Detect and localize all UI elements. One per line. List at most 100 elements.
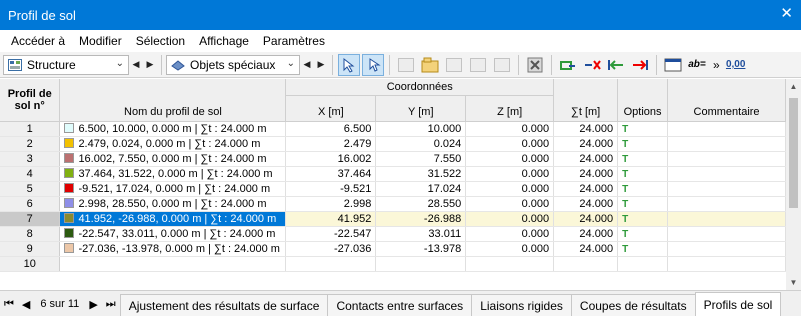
select-target-icon[interactable] <box>362 53 384 76</box>
decimal-format-icon[interactable]: 0,00 <box>725 54 747 76</box>
tab-ajustement[interactable]: Ajustement des résultats de surface <box>119 294 329 316</box>
special-objects-combo[interactable]: Objets spéciaux ⌄ <box>166 54 300 75</box>
comment-cell[interactable] <box>667 256 786 272</box>
sum-t-cell[interactable]: 24.000 <box>553 121 619 137</box>
last-sheet-icon[interactable]: ⏭ <box>102 292 120 316</box>
header-options[interactable]: Options <box>617 79 669 122</box>
y-cell[interactable]: 28.550 <box>375 196 467 212</box>
header-comment[interactable]: Commentaire <box>667 79 786 122</box>
arrow-left-green-icon[interactable] <box>605 54 627 76</box>
comment-cell[interactable] <box>667 151 786 167</box>
folder-table-icon[interactable] <box>419 54 441 76</box>
options-cell[interactable]: T <box>617 211 669 227</box>
z-cell[interactable]: 0.000 <box>465 211 555 227</box>
z-cell[interactable]: 0.000 <box>465 166 555 182</box>
profile-name-cell[interactable]: 2.998, 28.550, 0.000 m | ∑t : 24.000 m <box>59 196 287 212</box>
menu-affichage[interactable]: Affichage <box>192 34 256 48</box>
unlink-red-icon[interactable] <box>581 54 603 76</box>
options-cell[interactable]: T <box>617 166 669 182</box>
scroll-down-icon[interactable]: ▼ <box>786 275 801 290</box>
structure-combo[interactable]: Structure ⌄ <box>3 54 129 75</box>
y-cell[interactable]: -13.978 <box>375 241 467 257</box>
y-cell[interactable] <box>375 256 467 272</box>
table-view-icon[interactable] <box>395 54 417 76</box>
first-sheet-icon[interactable]: ⏮ <box>0 292 18 316</box>
next-sheet-icon[interactable]: ▶ <box>85 292 101 316</box>
profile-name-cell[interactable]: 6.500, 10.000, 0.000 m | ∑t : 24.000 m <box>59 121 287 137</box>
profile-name-cell[interactable]: 2.479, 0.024, 0.000 m | ∑t : 24.000 m <box>59 136 287 152</box>
sum-t-cell[interactable]: 24.000 <box>553 211 619 227</box>
profile-name-cell[interactable]: -22.547, 33.011, 0.000 m | ∑t : 24.000 m <box>59 226 287 242</box>
sum-t-cell[interactable]: 24.000 <box>553 241 619 257</box>
asterisk-icon[interactable] <box>467 54 489 76</box>
table-row[interactable]: 8 -22.547, 33.011, 0.000 m | ∑t : 24.000 … <box>0 226 786 242</box>
z-cell[interactable]: 0.000 <box>465 136 555 152</box>
table-row[interactable]: 5 -9.521, 17.024, 0.000 m | ∑t : 24.000 m… <box>0 181 786 197</box>
table-row[interactable]: 2 2.479, 0.024, 0.000 m | ∑t : 24.000 m 2.… <box>0 136 786 152</box>
y-cell[interactable]: 7.550 <box>375 151 467 167</box>
comment-cell[interactable] <box>667 121 786 137</box>
table-row[interactable]: 3 16.002, 7.550, 0.000 m | ∑t : 24.000 m 1… <box>0 151 786 167</box>
menu-modifier[interactable]: Modifier <box>72 34 129 48</box>
z-cell[interactable]: 0.000 <box>465 181 555 197</box>
next-icon[interactable]: ▶ <box>143 55 157 75</box>
z-cell[interactable]: 0.000 <box>465 196 555 212</box>
comment-cell[interactable] <box>667 166 786 182</box>
sum-t-cell[interactable]: 24.000 <box>553 181 619 197</box>
header-z[interactable]: Z [m] <box>465 95 555 122</box>
tab-coupes[interactable]: Coupes de résultats <box>570 294 696 316</box>
table-row[interactable]: 1 6.500, 10.000, 0.000 m | ∑t : 24.000 m 6… <box>0 121 786 137</box>
sum-t-cell[interactable]: 24.000 <box>553 166 619 182</box>
options-cell[interactable]: T <box>617 181 669 197</box>
x-cell[interactable]: -9.521 <box>285 181 377 197</box>
x-cell[interactable]: -27.036 <box>285 241 377 257</box>
delete-x-icon[interactable] <box>524 54 546 76</box>
options-cell[interactable]: T <box>617 136 669 152</box>
options-cell[interactable]: T <box>617 196 669 212</box>
y-cell[interactable]: -26.988 <box>375 211 467 227</box>
link-green-icon[interactable] <box>557 54 579 76</box>
options-cell[interactable]: T <box>617 121 669 137</box>
table-row[interactable]: 4 37.464, 31.522, 0.000 m | ∑t : 24.000 m… <box>0 166 786 182</box>
menu-parametres[interactable]: Paramètres <box>256 34 332 48</box>
x-cell[interactable] <box>285 256 377 272</box>
comment-cell[interactable] <box>667 241 786 257</box>
select-arrow-icon[interactable] <box>338 53 360 76</box>
window-layout-icon[interactable] <box>662 54 684 76</box>
profile-name-cell[interactable] <box>59 256 287 272</box>
profile-name-cell[interactable]: 37.464, 31.522, 0.000 m | ∑t : 24.000 m <box>59 166 287 182</box>
comment-cell[interactable] <box>667 196 786 212</box>
add-row-icon[interactable] <box>443 54 465 76</box>
x-cell[interactable]: 37.464 <box>285 166 377 182</box>
options-cell[interactable]: T <box>617 151 669 167</box>
comment-cell[interactable] <box>667 211 786 227</box>
x-cell[interactable]: 2.479 <box>285 136 377 152</box>
table-row[interactable]: 7 41.952, -26.988, 0.000 m | ∑t : 24.000 … <box>0 211 786 227</box>
x-cell[interactable]: 16.002 <box>285 151 377 167</box>
profile-name-cell[interactable]: -9.521, 17.024, 0.000 m | ∑t : 24.000 m <box>59 181 287 197</box>
sum-t-cell[interactable]: 24.000 <box>553 151 619 167</box>
header-y[interactable]: Y [m] <box>375 95 467 122</box>
sum-t-cell[interactable]: 24.000 <box>553 226 619 242</box>
sum-t-cell[interactable]: 24.000 <box>553 196 619 212</box>
vertical-scrollbar[interactable]: ▲ ▼ <box>786 79 801 290</box>
options-cell[interactable] <box>617 256 669 272</box>
tab-contacts[interactable]: Contacts entre surfaces <box>327 294 473 316</box>
profile-name-cell[interactable]: 16.002, 7.550, 0.000 m | ∑t : 24.000 m <box>59 151 287 167</box>
profile-name-cell[interactable]: -27.036, -13.978, 0.000 m | ∑t : 24.000 … <box>59 241 287 257</box>
options-cell[interactable]: T <box>617 226 669 242</box>
z-cell[interactable] <box>465 256 555 272</box>
y-cell[interactable]: 0.024 <box>375 136 467 152</box>
scroll-thumb[interactable] <box>789 98 798 208</box>
profile-name-cell[interactable]: 41.952, -26.988, 0.000 m | ∑t : 24.000 m <box>59 211 287 227</box>
comment-cell[interactable] <box>667 226 786 242</box>
arrow-right-red-icon[interactable] <box>629 54 651 76</box>
menu-acceder[interactable]: Accéder à <box>4 34 72 48</box>
prev-icon[interactable]: ◀ <box>129 55 143 75</box>
prev-sheet-icon[interactable]: ◀ <box>18 292 34 316</box>
comment-cell[interactable] <box>667 181 786 197</box>
y-cell[interactable]: 10.000 <box>375 121 467 137</box>
options-cell[interactable]: T <box>617 241 669 257</box>
y-cell[interactable]: 31.522 <box>375 166 467 182</box>
tab-profils-de-sol[interactable]: Profils de sol <box>694 292 782 316</box>
